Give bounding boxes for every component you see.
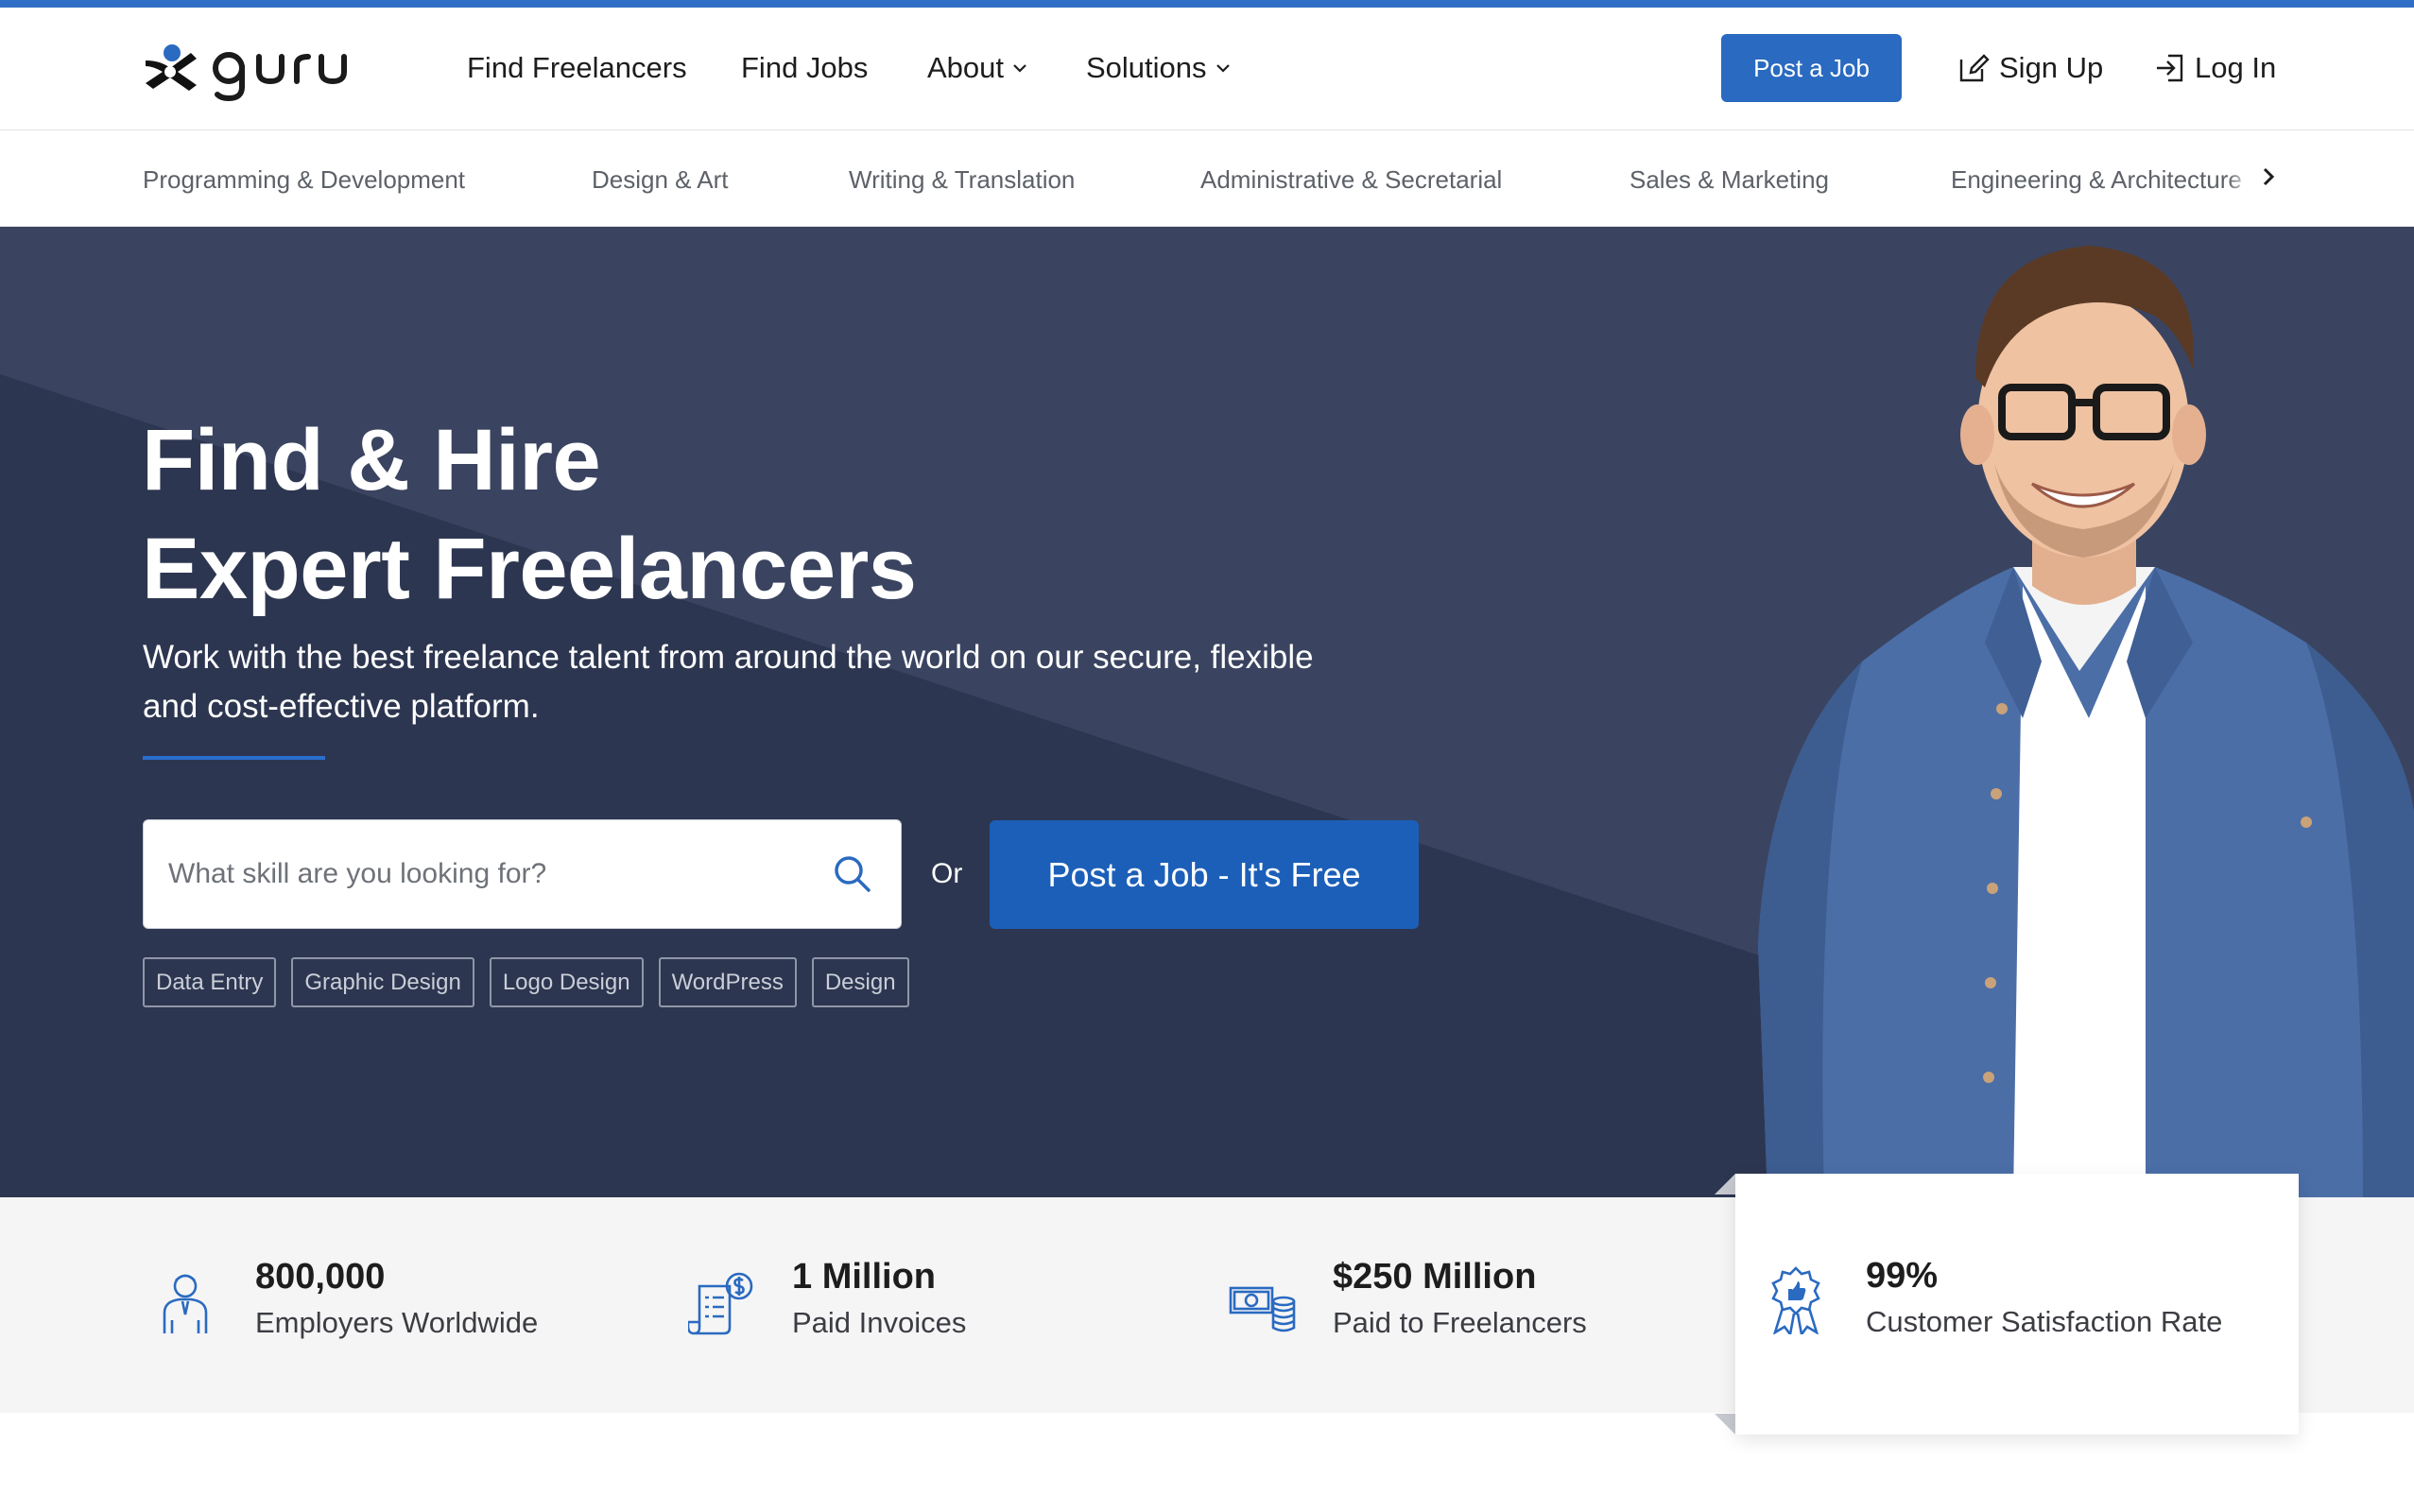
stat-employers: 800,000 Employers Worldwide <box>151 1254 538 1347</box>
employer-icon <box>163 1274 208 1333</box>
sign-up-link[interactable]: Sign Up <box>1957 51 2103 85</box>
log-in-link[interactable]: Log In <box>2155 51 2276 85</box>
post-a-job-free-label: Post a Job - It's Free <box>1047 854 1361 894</box>
category-writing-translation[interactable]: Writing & Translation <box>849 165 1075 195</box>
login-arrow-icon <box>2157 54 2183 82</box>
category-programming-development[interactable]: Programming & Development <box>143 165 465 195</box>
stat-paid-label: Paid to Freelancers <box>1333 1306 1587 1339</box>
stat-paid-value: $250 Million <box>1333 1257 1537 1297</box>
freelancer-portrait-image <box>1758 246 2414 1197</box>
award-ribbon-icon <box>1771 1266 1820 1334</box>
log-in-label: Log In <box>2195 51 2277 84</box>
post-a-job-free-button[interactable]: Post a Job - It's Free <box>990 820 1419 929</box>
hero-title-line-2: Expert Freelancers <box>142 521 917 617</box>
category-design-art[interactable]: Design & Art <box>592 165 729 195</box>
post-a-job-button-label: Post a Job <box>1753 53 1870 82</box>
tag-data-entry[interactable]: Data Entry <box>143 957 277 1007</box>
chevron-down-icon <box>1013 64 1026 73</box>
card-fold-bottom <box>1715 1414 1735 1435</box>
nav-find-jobs-label: Find Jobs <box>741 51 869 84</box>
or-separator: Or <box>931 858 963 889</box>
hero-title: Find & Hire Expert Freelancers <box>142 406 1276 624</box>
nav-about-label: About <box>927 51 1005 84</box>
stat-invoices: 1 Million Paid Invoices <box>688 1254 966 1347</box>
tag-logo-design[interactable]: Logo Design <box>489 957 644 1007</box>
popular-skill-tags: Data Entry Graphic Design Logo Design Wo… <box>143 957 909 1007</box>
stat-employers-label: Employers Worldwide <box>255 1306 539 1339</box>
skill-search-input[interactable] <box>144 820 829 928</box>
nav-find-jobs[interactable]: Find Jobs <box>741 51 868 85</box>
tag-graphic-design[interactable]: Graphic Design <box>291 957 474 1007</box>
category-sales-marketing[interactable]: Sales & Marketing <box>1629 165 1829 195</box>
search-icon[interactable] <box>829 850 876 898</box>
sign-up-label: Sign Up <box>1999 51 2104 84</box>
nav-find-freelancers[interactable]: Find Freelancers <box>467 51 687 85</box>
satisfaction-card: 99% Customer Satisfaction Rate <box>1735 1174 2299 1435</box>
chevron-down-icon <box>1216 64 1230 73</box>
hero-subtitle: Work with the best freelance talent from… <box>143 639 1314 725</box>
card-fold-top <box>1715 1174 1735 1194</box>
site-header: Find Freelancers Find Jobs About Solutio… <box>0 8 2414 130</box>
category-engineering-architecture[interactable]: Engineering & Architecture <box>1951 165 2242 195</box>
post-a-job-button[interactable]: Post a Job <box>1721 34 1902 102</box>
stat-satisfaction-label: Customer Satisfaction Rate <box>1866 1305 2223 1338</box>
category-administrative-secretarial[interactable]: Administrative & Secretarial <box>1200 165 1502 195</box>
money-icon <box>1229 1286 1296 1332</box>
invoice-icon <box>688 1272 753 1335</box>
nav-solutions-dropdown[interactable]: Solutions <box>1086 51 1232 85</box>
stat-paid: $250 Million Paid to Freelancers <box>1229 1254 1587 1347</box>
stat-invoices-value: 1 Million <box>792 1257 936 1297</box>
tag-design[interactable]: Design <box>811 957 909 1007</box>
nav-find-freelancers-label: Find Freelancers <box>467 51 687 84</box>
hero-section: Find & Hire Expert Freelancers Work with… <box>0 227 2414 1197</box>
guru-logo-mark-icon <box>146 44 347 102</box>
stat-satisfaction-value: 99% <box>1866 1256 1939 1296</box>
nav-about-dropdown[interactable]: About <box>927 51 1028 85</box>
stat-satisfaction: 99% Customer Satisfaction Rate <box>1762 1253 2222 1346</box>
edit-pencil-icon <box>1959 54 1990 82</box>
category-scroll-right-button[interactable] <box>2250 158 2287 196</box>
skill-search-box <box>143 819 902 929</box>
stat-employers-value: 800,000 <box>255 1257 386 1297</box>
chevron-right-icon <box>2263 167 2275 186</box>
guru-logo[interactable] <box>142 40 388 102</box>
tag-wordpress[interactable]: WordPress <box>658 957 797 1007</box>
hero-title-line-1: Find & Hire <box>142 412 601 508</box>
category-bar: Programming & Development Design & Art W… <box>0 131 2414 227</box>
hero-accent-rule <box>143 756 325 760</box>
nav-solutions-label: Solutions <box>1086 51 1207 84</box>
top-accent-strip <box>0 0 2414 8</box>
stat-invoices-label: Paid Invoices <box>792 1306 967 1339</box>
